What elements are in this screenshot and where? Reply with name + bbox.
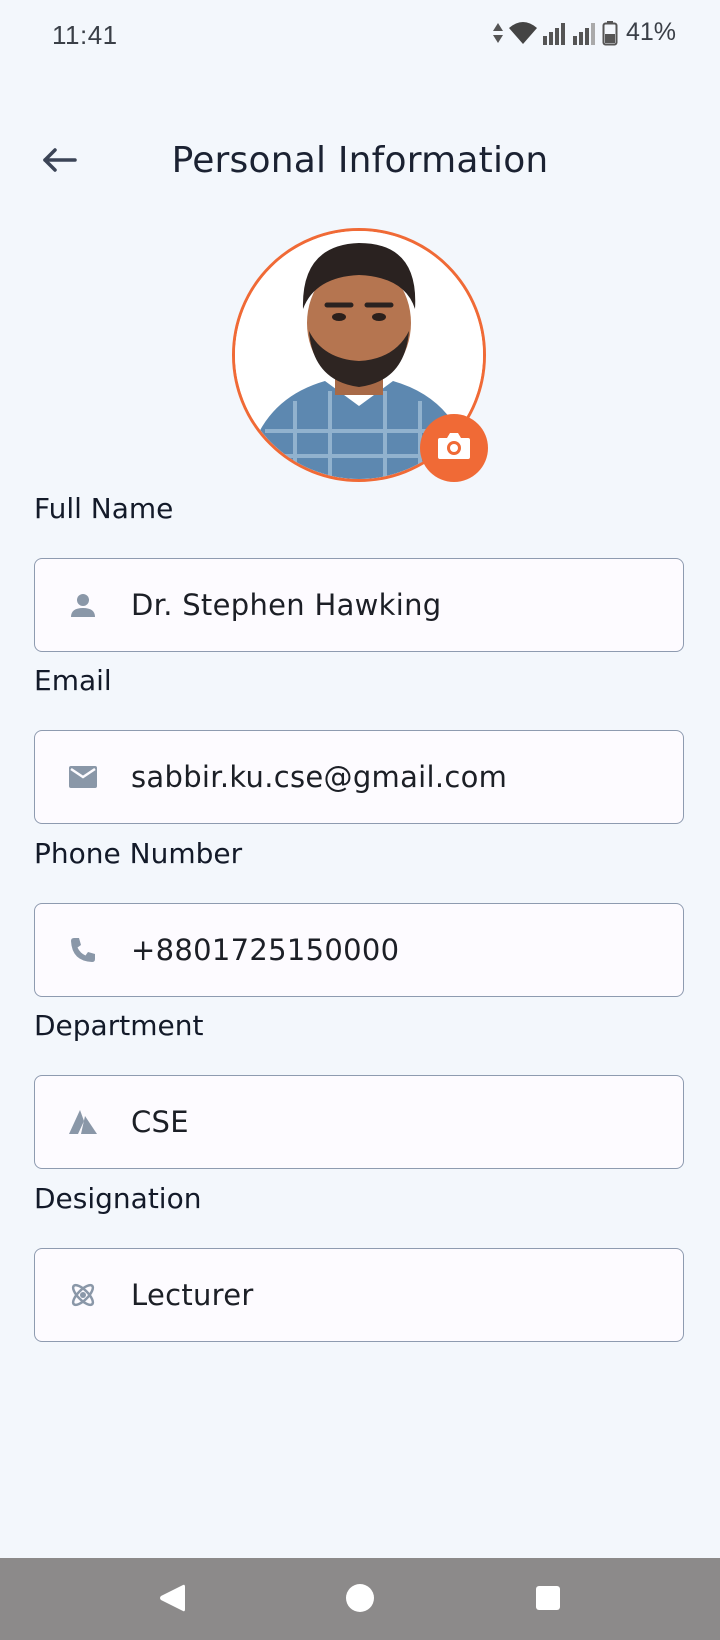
email-value: sabbir.ku.cse@gmail.com — [131, 760, 508, 794]
back-triangle-icon — [157, 1582, 187, 1619]
signal-icon — [542, 20, 568, 46]
camera-icon — [436, 431, 472, 466]
signal-icon — [572, 20, 598, 46]
status-icons: 41% — [492, 18, 676, 47]
email-field[interactable]: sabbir.ku.cse@gmail.com — [34, 730, 684, 824]
battery-percent: 41% — [625, 18, 676, 46]
status-time: 11:41 — [52, 20, 118, 50]
atom-icon — [63, 1275, 103, 1315]
nav-recents-button[interactable] — [526, 1578, 570, 1622]
change-photo-button[interactable] — [420, 414, 488, 482]
page-title: Personal Information — [171, 140, 549, 181]
home-circle-icon — [344, 1582, 376, 1619]
designation-label: Designation — [34, 1182, 202, 1215]
avatar-section — [232, 228, 488, 484]
nav-home-button[interactable] — [338, 1578, 382, 1622]
phone-field[interactable]: +8801725150000 — [34, 903, 684, 997]
department-label: Department — [34, 1009, 204, 1042]
recents-square-icon — [534, 1584, 562, 1617]
department-icon — [63, 1102, 103, 1142]
full-name-label: Full Name — [34, 492, 174, 525]
person-icon — [63, 585, 103, 625]
email-label: Email — [34, 664, 112, 697]
nav-back-button[interactable] — [150, 1578, 194, 1622]
designation-field[interactable]: Lecturer — [34, 1248, 684, 1342]
header: Personal Information — [0, 120, 720, 204]
wifi-icon — [508, 20, 538, 46]
status-bar: 11:41 41% — [0, 0, 720, 72]
full-name-value: Dr. Stephen Hawking — [131, 588, 442, 622]
department-field[interactable]: CSE — [34, 1075, 684, 1169]
data-arrows-icon — [492, 20, 504, 46]
phone-icon — [63, 930, 103, 970]
full-name-field[interactable]: Dr. Stephen Hawking — [34, 558, 684, 652]
department-value: CSE — [131, 1105, 189, 1139]
system-nav-bar — [0, 1558, 720, 1640]
phone-label: Phone Number — [34, 837, 243, 870]
designation-value: Lecturer — [131, 1278, 254, 1312]
phone-value: +8801725150000 — [131, 933, 400, 967]
battery-icon — [602, 20, 618, 46]
mail-icon — [63, 757, 103, 797]
